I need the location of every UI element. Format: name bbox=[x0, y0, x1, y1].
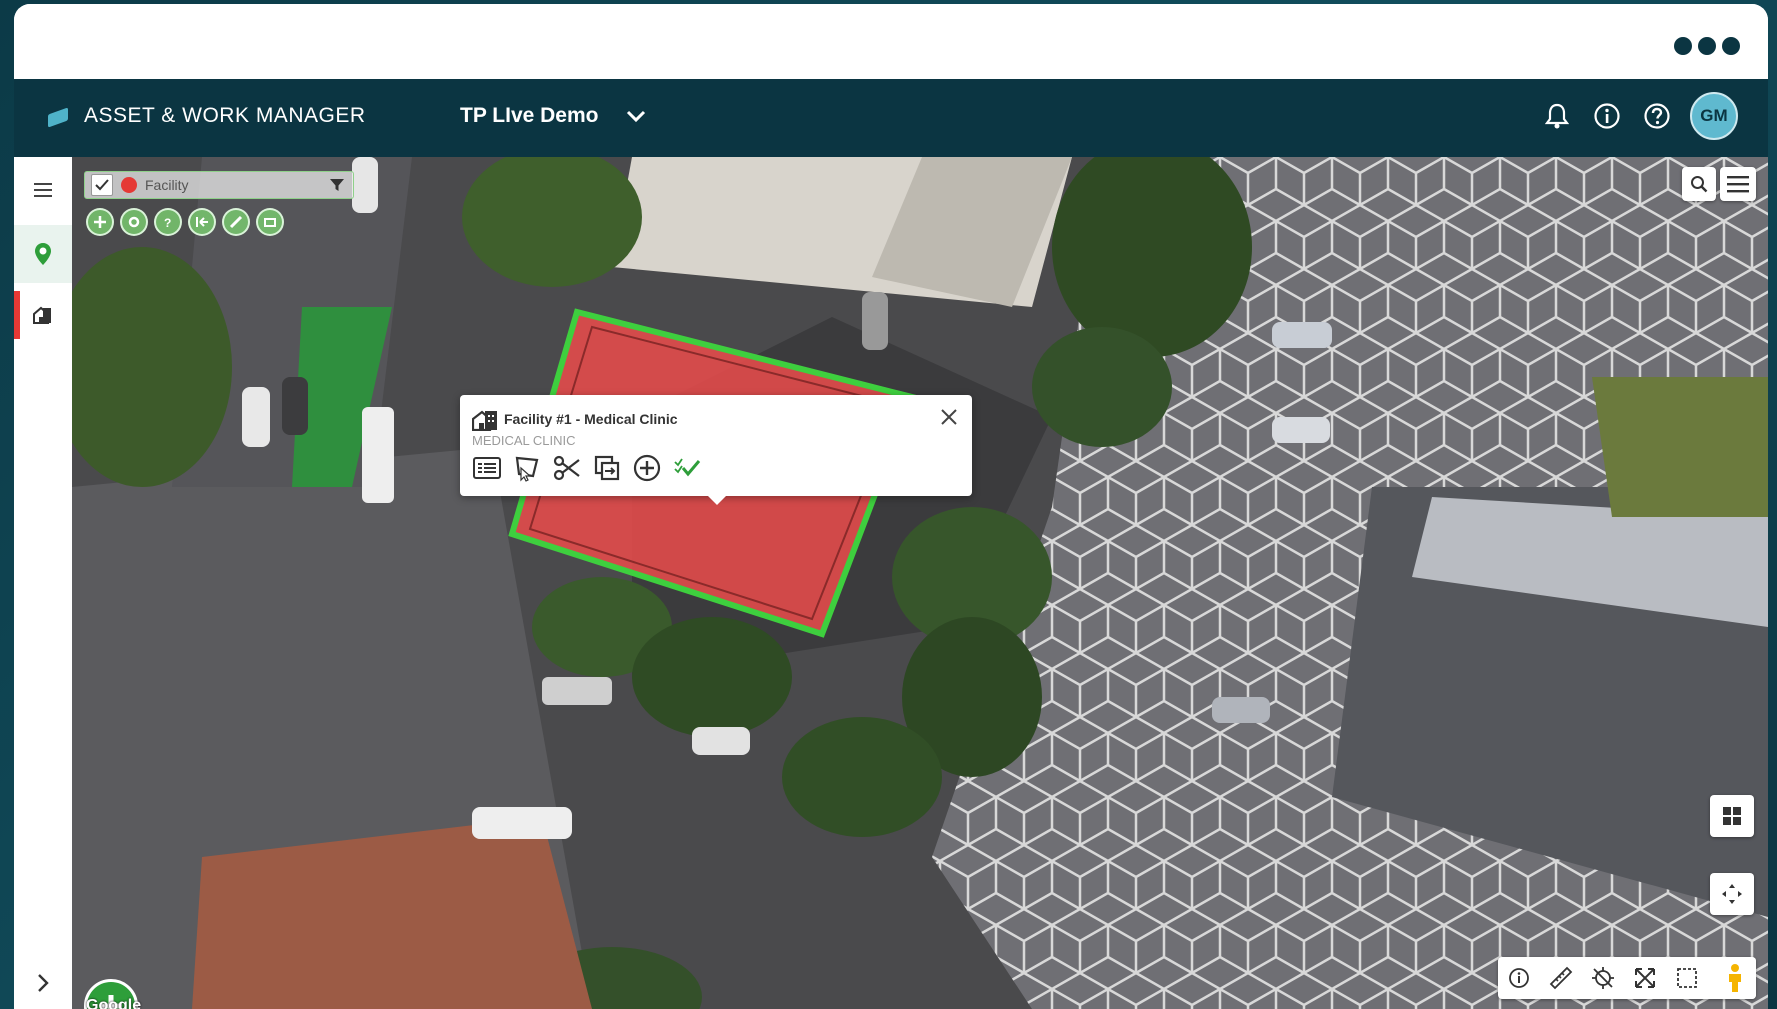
select-box-icon[interactable] bbox=[1666, 957, 1708, 999]
print-icon[interactable] bbox=[256, 208, 284, 236]
pan-arrows-icon[interactable] bbox=[1710, 873, 1754, 915]
app-window: ASSET & WORK MANAGER TP LIve Demo GM Fac… bbox=[14, 4, 1768, 1009]
dot bbox=[1722, 37, 1740, 55]
layer-visibility-checkbox[interactable] bbox=[91, 174, 113, 196]
map-attribution: Google bbox=[86, 997, 142, 1009]
locate-icon[interactable] bbox=[1582, 957, 1624, 999]
search-icon[interactable] bbox=[1682, 167, 1716, 201]
help-icon[interactable] bbox=[1640, 99, 1674, 133]
add-icon[interactable] bbox=[632, 453, 662, 483]
app-title: ASSET & WORK MANAGER bbox=[84, 104, 366, 127]
fullscreen-icon[interactable] bbox=[1624, 957, 1666, 999]
chevron-right-icon[interactable] bbox=[14, 957, 72, 1009]
user-avatar[interactable]: GM bbox=[1690, 92, 1738, 140]
window-chrome bbox=[14, 4, 1768, 79]
dot bbox=[1698, 37, 1716, 55]
layer-chip-facility[interactable]: Facility bbox=[84, 171, 354, 199]
svg-text:?: ? bbox=[164, 216, 171, 229]
basemap-grid-icon[interactable] bbox=[1710, 795, 1754, 837]
ruler-icon[interactable] bbox=[1540, 957, 1582, 999]
close-icon[interactable] bbox=[940, 408, 958, 426]
help-icon[interactable]: ? bbox=[154, 208, 182, 236]
details-icon[interactable] bbox=[472, 453, 502, 483]
scissors-icon[interactable] bbox=[552, 453, 582, 483]
info-icon[interactable] bbox=[1498, 957, 1540, 999]
popup-actions bbox=[472, 453, 702, 483]
check-list-icon[interactable] bbox=[672, 453, 702, 483]
left-sidebar bbox=[14, 157, 73, 1009]
layer-toolbar: ? bbox=[86, 208, 284, 236]
map-canvas[interactable]: Facility ? Facility #1 - Medical Clinic … bbox=[72, 157, 1768, 1009]
popup-subtitle: MEDICAL CLINIC bbox=[472, 433, 576, 448]
project-selector[interactable]: TP LIve Demo bbox=[460, 104, 599, 128]
pegman-icon[interactable] bbox=[1714, 957, 1756, 999]
map-pin-icon[interactable] bbox=[14, 225, 72, 283]
add-feature-icon[interactable] bbox=[86, 208, 114, 236]
window-menu-dots[interactable] bbox=[1674, 37, 1740, 55]
layer-name: Facility bbox=[145, 177, 189, 193]
dot bbox=[1674, 37, 1692, 55]
facility-icon bbox=[472, 410, 497, 431]
aerial-imagery bbox=[72, 157, 1768, 1009]
bell-icon[interactable] bbox=[1540, 99, 1574, 133]
import-icon[interactable] bbox=[188, 208, 216, 236]
map-tools-bar bbox=[1498, 957, 1756, 999]
layers-menu-icon[interactable] bbox=[1720, 167, 1756, 201]
chevron-down-icon[interactable] bbox=[626, 109, 646, 123]
edit-icon[interactable] bbox=[222, 208, 250, 236]
top-right-actions: GM bbox=[1540, 92, 1738, 140]
info-icon[interactable] bbox=[1590, 99, 1624, 133]
app-logo-icon bbox=[48, 107, 68, 128]
top-navigation-bar: ASSET & WORK MANAGER TP LIve Demo GM bbox=[14, 79, 1768, 157]
filter-icon[interactable] bbox=[329, 177, 345, 193]
settings-icon[interactable] bbox=[120, 208, 148, 236]
copy-icon[interactable] bbox=[592, 453, 622, 483]
popup-title: Facility #1 - Medical Clinic bbox=[504, 411, 678, 427]
menu-icon[interactable] bbox=[14, 161, 72, 219]
layer-color-dot bbox=[121, 177, 137, 193]
facility-icon[interactable] bbox=[14, 286, 72, 344]
feature-popup: Facility #1 - Medical Clinic MEDICAL CLI… bbox=[460, 395, 972, 505]
edit-shape-icon[interactable] bbox=[512, 453, 542, 483]
